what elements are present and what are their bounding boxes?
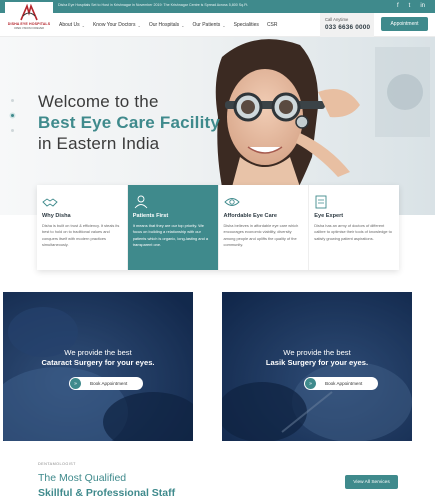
slider-dot[interactable] <box>11 129 14 132</box>
button-label: Book Appointment <box>325 381 363 386</box>
patient-icon <box>133 195 213 209</box>
slider-dot-active[interactable] <box>11 114 14 117</box>
call-anytime-box[interactable]: Call Anytime 033 6636 0000 <box>320 13 374 37</box>
twitter-icon[interactable]: t <box>409 2 411 10</box>
feature-title: Patients First <box>132 213 169 219</box>
slider-dot[interactable] <box>11 99 14 102</box>
linkedin-icon[interactable]: in <box>420 2 425 10</box>
announcement-text[interactable]: Disha Eye Hospitals Set to Host in Krish… <box>58 3 248 7</box>
feature-card-why-disha[interactable]: Why Disha Disha is built on trust & effi… <box>37 185 128 270</box>
document-icon <box>314 195 394 209</box>
phone-number[interactable]: 033 6636 0000 <box>325 24 370 31</box>
nav-item-label: Our Hospitals <box>148 22 180 28</box>
logo-mark-icon <box>20 4 38 21</box>
social-links: f t in <box>397 2 425 10</box>
feature-card-affordable-eye-care[interactable]: Affordable Eye Care Disha believes in af… <box>219 185 310 270</box>
logo-tagline: OPEN VISION FOREVER <box>13 27 45 30</box>
feature-desc: It means that they are our top priority.… <box>132 223 209 248</box>
section-title-line1: The Most Qualified <box>38 472 127 484</box>
chevron-down-icon: ⌄ <box>137 22 141 28</box>
nav-item-label: Know Your Doctors <box>92 22 136 28</box>
panel-title: Lasik Surgery for your eyes. <box>265 358 369 367</box>
hero-heading-line3: in Eastern India <box>38 134 160 153</box>
view-all-services-button[interactable]: View All Services <box>345 475 398 489</box>
nav-item-know-your-doctors[interactable]: Know Your Doctors ⌄ <box>93 22 141 28</box>
feature-title: Eye Expert <box>314 213 344 219</box>
double-arrow-icon: » <box>305 378 316 389</box>
nav-item-csr[interactable]: CSR <box>267 22 278 28</box>
nav-item-label: Specialities <box>233 22 259 28</box>
logo-name: DISHA EYE HOSPITALS <box>7 22 51 26</box>
feature-card-patients-first[interactable]: Patients First It means that they are ou… <box>127 185 219 270</box>
chevron-down-icon: ⌄ <box>181 22 185 28</box>
facebook-icon[interactable]: f <box>397 2 399 10</box>
eye-icon <box>223 195 304 209</box>
feature-desc: Disha is built on trust & efficiency. It… <box>42 223 120 248</box>
nav-item-specialities[interactable]: Specialities <box>234 22 259 28</box>
chevron-down-icon: ⌄ <box>81 22 85 28</box>
chevron-down-icon: ⌄ <box>222 22 226 28</box>
hero-heading-line2: Best Eye Care Facility <box>38 113 221 132</box>
nav-item-our-hospitals[interactable]: Our Hospitals ⌄ <box>149 22 185 28</box>
top-announcement-bar: Disha Eye Hospitals Set to Host in Krish… <box>0 0 435 13</box>
handshake-icon <box>42 195 122 209</box>
feature-desc: Disha believes in affordable eye care wh… <box>223 223 299 248</box>
panel-subtitle: We provide the best <box>283 348 351 357</box>
nav-item-label: Our Patients <box>192 22 221 28</box>
button-label: Book Appointment <box>90 381 128 386</box>
call-label: Call Anytime <box>325 17 349 22</box>
section-eyebrow: DENTAMOLOGIST <box>38 462 76 466</box>
site-logo[interactable]: DISHA EYE HOSPITALS OPEN VISION FOREVER <box>5 2 53 34</box>
panel-title: Cataract Surgery for your eyes. <box>41 358 155 367</box>
double-arrow-icon: » <box>70 378 81 389</box>
book-appointment-button[interactable]: » Book Appointment <box>69 377 143 390</box>
nav-menu: About Us ⌄ Know Your Doctors ⌄ Our Hospita… <box>59 22 278 28</box>
nav-item-label: CSR <box>266 22 278 28</box>
feature-card-eye-expert[interactable]: Eye Expert Disha has an army of doctors … <box>309 185 399 270</box>
nav-item-about-us[interactable]: About Us ⌄ <box>59 22 85 28</box>
hero-heading-line1: Welcome to the <box>38 92 159 111</box>
lasik-surgery-panel: We provide the best Lasik Surgery for yo… <box>222 292 412 441</box>
feature-cards: Why Disha Disha is built on trust & effi… <box>37 185 399 270</box>
panel-subtitle: We provide the best <box>64 348 132 357</box>
book-appointment-button[interactable]: » Book Appointment <box>304 377 378 390</box>
feature-title: Why Disha <box>42 213 71 219</box>
feature-title: Affordable Eye Care <box>223 213 277 219</box>
nav-item-our-patients[interactable]: Our Patients ⌄ <box>192 22 225 28</box>
section-title-line2: Skillful & Professional Staff <box>38 487 176 499</box>
feature-desc: Disha has an army of doctors of differen… <box>314 223 392 241</box>
appointment-button[interactable]: Appointment <box>381 17 428 31</box>
cataract-surgery-panel: We provide the best Cataract Surgery for… <box>3 292 193 441</box>
nav-item-label: About Us <box>59 22 80 28</box>
